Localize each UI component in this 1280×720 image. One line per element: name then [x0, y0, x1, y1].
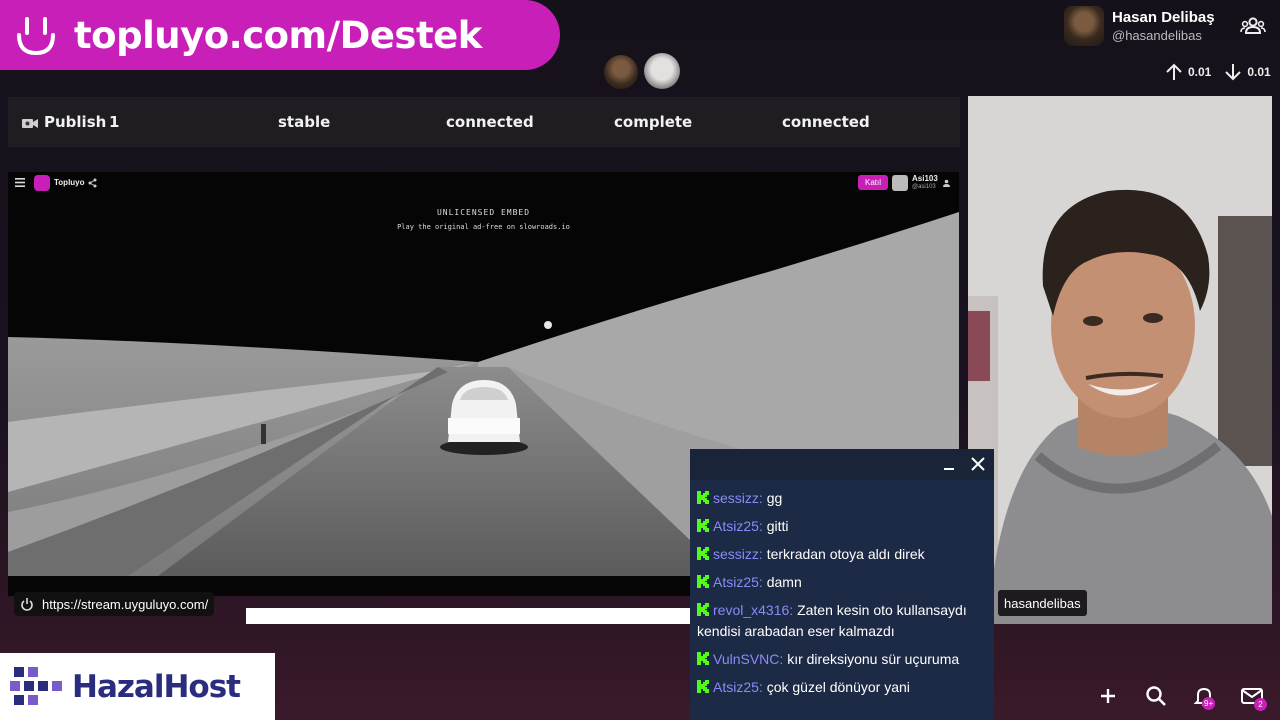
chat-colon: : — [758, 518, 763, 534]
chat-colon: : — [789, 602, 794, 618]
chat-colon: : — [758, 490, 763, 506]
mail-badge: 2 — [1254, 698, 1267, 711]
download-value: 0.01 — [1247, 65, 1271, 79]
kick-icon — [697, 680, 709, 693]
chat-panel[interactable]: sessizz: gg Atsiz25: gitti sessizz: terkra… — [690, 449, 994, 720]
embed-header: Topluyo Katıl Asi103 @asi103 — [8, 172, 959, 194]
close-icon[interactable] — [970, 456, 986, 472]
avatar — [1064, 6, 1104, 46]
join-button[interactable]: Katıl — [858, 175, 889, 190]
notification-badge: 9+ — [1202, 697, 1216, 710]
banner-text: topluyo.com/Destek — [74, 13, 482, 57]
participant-avatar[interactable] — [644, 53, 680, 89]
status-connected: connected — [782, 113, 870, 131]
kick-icon — [697, 575, 709, 588]
status-stable: stable — [278, 113, 331, 131]
upload-value: 0.01 — [1188, 65, 1212, 79]
embed-user-handle: @asi103 — [912, 184, 936, 190]
chat-username[interactable]: Atsiz25 — [713, 518, 759, 534]
embed-user-avatar — [892, 175, 908, 191]
chat-colon: : — [758, 679, 763, 695]
logo-text: HazalHost — [72, 668, 241, 705]
minimize-icon[interactable] — [942, 457, 956, 471]
status-connected: connected — [446, 113, 534, 131]
chat-username[interactable]: VulnSVNC — [713, 651, 779, 667]
webcam-label: hasandelibas — [998, 590, 1087, 616]
plus-icon[interactable] — [1096, 684, 1120, 708]
chat-username[interactable]: sessizz — [713, 490, 759, 506]
arrow-down-icon — [1225, 64, 1242, 81]
user-handle: @hasandelibas — [1112, 28, 1202, 43]
kick-icon — [697, 652, 709, 665]
chat-text: çok güzel dönüyor yani — [766, 679, 910, 695]
stream-url[interactable]: https://stream.uyguluyo.com/ — [42, 597, 208, 612]
notice-subtitle: Play the original ad-free on slowroads.i… — [397, 223, 570, 231]
bandwidth-stats: 0.01 0.01 — [1164, 62, 1271, 82]
user-profile[interactable]: Hasan Delibaş @hasandelibas — [1064, 4, 1280, 48]
chat-message: sessizz: gg — [697, 488, 987, 509]
chat-message: revol_x4316: Zaten kesin oto kullansaydı… — [697, 600, 987, 642]
publish-count: 1 — [109, 113, 120, 131]
chat-message: Atsiz25: çok güzel dönüyor yani — [697, 677, 987, 698]
webcam-view — [968, 96, 1272, 624]
embed-app-logo-icon — [34, 175, 50, 191]
chat-text: damn — [766, 574, 802, 590]
kick-icon — [697, 491, 709, 504]
camera-icon — [22, 119, 38, 128]
chat-colon: : — [758, 546, 763, 562]
kick-icon — [697, 547, 709, 560]
chat-username[interactable]: revol_x4316 — [713, 602, 789, 618]
messages-button[interactable]: 2 — [1240, 684, 1270, 712]
chat-username[interactable]: Atsiz25 — [713, 574, 759, 590]
chat-username[interactable]: Atsiz25 — [713, 679, 759, 695]
chat-header — [690, 449, 994, 480]
chat-colon: : — [758, 574, 763, 590]
chat-message: Atsiz25: gitti — [697, 516, 987, 537]
chat-colon: : — [779, 651, 784, 667]
arrow-up-icon — [1166, 63, 1182, 80]
embed-notice: UNLICENSED EMBED Play the original ad-fr… — [8, 208, 959, 231]
embed-user-name: Asi103 — [912, 174, 938, 183]
chat-message: VulnSVNC: kır direksiyonu sür uçuruma — [697, 649, 987, 670]
chat-messages: sessizz: gg Atsiz25: gitti sessizz: terkra… — [690, 480, 994, 698]
kick-icon — [697, 519, 709, 532]
users-icon[interactable] — [941, 179, 952, 187]
hazalhost-logo-icon — [10, 666, 62, 705]
publish-label: Publish — [44, 113, 107, 131]
notice-title: UNLICENSED EMBED — [436, 208, 531, 217]
chat-message: Atsiz25: damn — [697, 572, 987, 593]
stream-status-bar: Publish 1 stable connected complete conn… — [8, 97, 960, 147]
chat-message: sessizz: terkradan otoya aldı direk — [697, 544, 987, 565]
input-strip — [246, 608, 696, 624]
status-complete: complete — [614, 113, 693, 131]
chat-username[interactable]: sessizz — [713, 546, 759, 562]
search-icon[interactable] — [1144, 684, 1168, 708]
url-bar[interactable]: https://stream.uyguluyo.com/ — [14, 592, 215, 616]
topluyo-logo-icon — [17, 17, 55, 56]
users-icon[interactable] — [1240, 16, 1266, 36]
webcam-image — [968, 96, 1272, 624]
support-banner: topluyo.com/Destek — [0, 0, 560, 70]
share-icon[interactable] — [88, 178, 97, 188]
embed-app-name: Topluyo — [54, 178, 85, 187]
chat-text: gg — [766, 490, 783, 506]
menu-icon[interactable] — [15, 178, 25, 187]
participant-avatar[interactable] — [604, 55, 638, 89]
chat-text: kır direksiyonu sür uçuruma — [787, 651, 960, 667]
hazalhost-logo: HazalHost — [0, 653, 275, 720]
kick-icon — [697, 603, 709, 616]
notifications-button[interactable]: 9+ — [1192, 684, 1218, 710]
user-name: Hasan Delibaş — [1112, 9, 1215, 26]
power-icon — [21, 598, 33, 611]
chat-text: terkradan otoya aldı direk — [766, 546, 925, 562]
chat-text: gitti — [766, 518, 789, 534]
